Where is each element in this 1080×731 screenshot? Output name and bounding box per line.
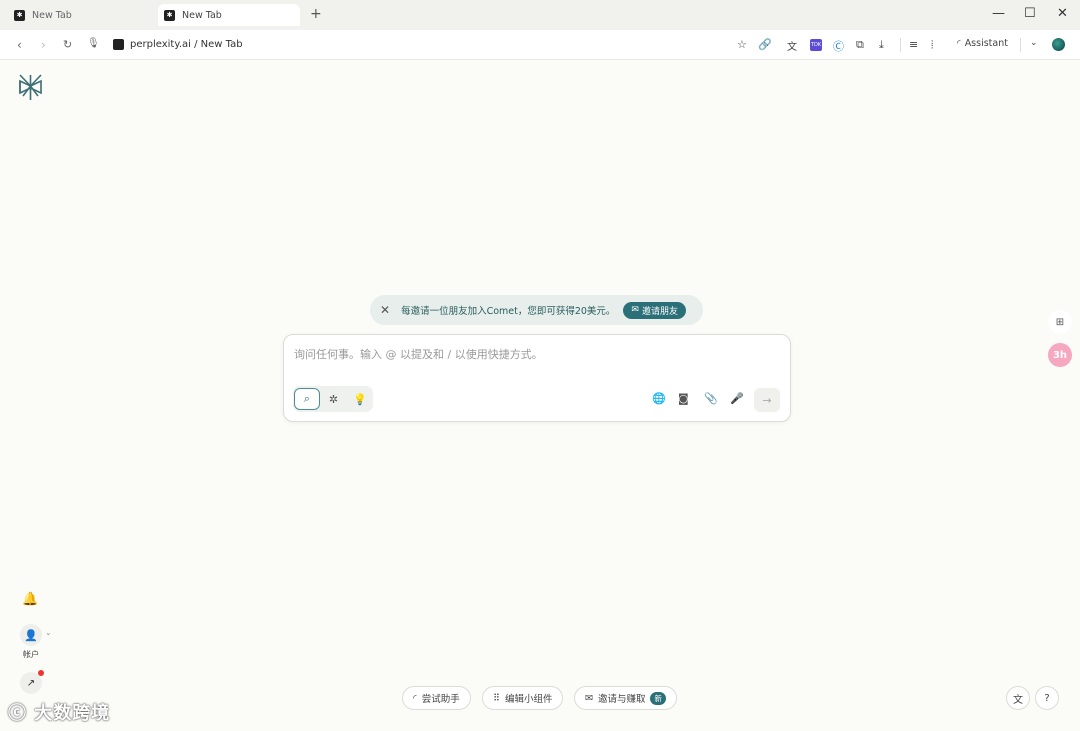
try-assistant-button[interactable]: ◜ 尝试助手 <box>402 686 471 710</box>
assistant-icon: ◜ <box>413 692 417 704</box>
toolbar-divider <box>1020 38 1021 52</box>
tab-bar: ✱ New Tab ✱ New Tab + — ☐ ✕ <box>0 0 1080 30</box>
floating-widget-button[interactable]: 3h <box>1048 343 1072 367</box>
mail-icon: ✉ <box>585 692 593 704</box>
help-icon[interactable]: ? <box>1035 686 1059 710</box>
tab-2-active[interactable]: ✱ New Tab <box>158 4 300 26</box>
watermark-logo: ⓒ 大数跨境 <box>8 703 111 724</box>
audio-wave-icon[interactable]: ⦙ <box>931 38 933 52</box>
widgets-grid-icon[interactable]: ⊞ <box>1048 310 1072 334</box>
extension-tdk-icon[interactable]: TDK <box>810 39 822 51</box>
invite-banner: ✕ 每邀请一位朋友加入Comet，您即可获得20美元。 ✉ 邀请朋友 <box>370 295 703 325</box>
assistant-button[interactable]: ◜ Assistant <box>957 38 1008 49</box>
menu-lines-icon[interactable]: ≡ <box>909 38 918 51</box>
edit-widgets-label: 编辑小组件 <box>504 694 553 705</box>
address-bar: ‹ › ↻ 🎙 perplexity.ai / New Tab ☆ 🔗 文 TD… <box>0 30 1080 60</box>
tab-1-label: New Tab <box>32 9 72 21</box>
tab-1[interactable]: ✱ New Tab <box>0 4 150 26</box>
new-badge: 新 <box>650 691 666 705</box>
grid-dots-icon: ⠿ <box>493 692 500 704</box>
invite-friends-label: 邀请朋友 <box>641 306 678 317</box>
search-mode-icon[interactable]: ⌕ <box>294 388 320 410</box>
reload-icon[interactable]: ↻ <box>63 38 72 51</box>
update-arrow-icon[interactable]: ↗ <box>20 670 44 694</box>
back-icon[interactable]: ‹ <box>17 38 22 52</box>
microphone-icon[interactable]: 🎤 <box>730 392 744 405</box>
profile-avatar-icon[interactable] <box>1052 38 1065 51</box>
invite-earn-button[interactable]: ✉ 邀请与赚取 新 <box>574 686 677 710</box>
extension-c-icon[interactable]: Ⓒ <box>833 38 844 54</box>
try-assistant-label: 尝试助手 <box>421 694 460 705</box>
extensions-puzzle-icon[interactable]: ⧉ <box>856 38 864 52</box>
edit-widgets-button[interactable]: ⠿ 编辑小组件 <box>482 686 564 710</box>
mail-icon: ✉ <box>631 305 639 315</box>
perplexity-logo-icon[interactable] <box>18 74 43 105</box>
close-icon[interactable]: ✕ <box>380 303 390 317</box>
language-icon[interactable]: 文 <box>1006 686 1030 710</box>
link-icon[interactable]: 🔗 <box>758 38 772 51</box>
globe-icon[interactable]: 🌐 <box>652 392 666 405</box>
search-mode-selector: ⌕ ✲ 💡 <box>293 386 373 412</box>
banner-text: 每邀请一位朋友加入Comet，您即可获得20美元。 <box>401 306 616 317</box>
perplexity-favicon-icon: ✱ <box>164 9 175 21</box>
search-box[interactable]: 询问任何事。输入 @ 以提及和 / 以使用快捷方式。 ⌕ ✲ 💡 🌐 ◙ 📎 🎤… <box>283 334 791 422</box>
account-caret-icon[interactable]: ⌄ <box>45 628 52 637</box>
toolbar-divider <box>900 38 901 52</box>
submit-arrow-button[interactable]: → <box>754 388 780 412</box>
labs-mode-bulb-icon[interactable]: 💡 <box>347 388 373 410</box>
translate-icon[interactable]: 文 <box>787 38 797 53</box>
invite-earn-label: 邀请与赚取 <box>597 694 646 705</box>
notification-dot <box>38 670 44 676</box>
notification-bell-icon[interactable]: 🔔 <box>22 592 38 607</box>
floating-widget-label: 3h <box>1052 349 1068 361</box>
new-tab-plus-icon[interactable]: + <box>310 6 322 22</box>
assistant-icon: ◜ <box>957 38 961 49</box>
search-input[interactable]: 询问任何事。输入 @ 以提及和 / 以使用快捷方式。 <box>294 346 543 362</box>
url-text: perplexity.ai / New Tab <box>130 39 243 50</box>
perplexity-favicon-icon: ✱ <box>14 9 25 21</box>
bookmark-star-icon[interactable]: ☆ <box>737 38 747 51</box>
mic-icon[interactable]: 🎙 <box>87 38 100 49</box>
invite-friends-button[interactable]: ✉ 邀请朋友 <box>623 301 686 319</box>
watermark-text: 大数跨境 <box>34 703 111 724</box>
forward-icon[interactable]: › <box>41 38 46 52</box>
research-mode-icon[interactable]: ✲ <box>321 388 347 410</box>
account-avatar-icon[interactable]: 👤 <box>20 624 42 646</box>
site-favicon-icon <box>113 39 124 50</box>
download-icon[interactable]: ⤓ <box>879 38 884 52</box>
maximize-icon[interactable]: ☐ <box>1024 6 1036 21</box>
url-field[interactable]: perplexity.ai / New Tab <box>113 39 243 50</box>
chip-icon[interactable]: ◙ <box>678 392 689 405</box>
account-label: 帐户 <box>23 650 39 659</box>
assistant-label: Assistant <box>964 38 1008 49</box>
extension-tdk-label: TDK <box>810 42 822 48</box>
paperclip-icon[interactable]: 📎 <box>704 392 718 405</box>
close-window-icon[interactable]: ✕ <box>1057 6 1068 21</box>
chevron-down-icon[interactable]: ⌄ <box>1030 38 1038 48</box>
minimize-icon[interactable]: — <box>992 6 1005 21</box>
tab-2-label: New Tab <box>182 9 222 21</box>
